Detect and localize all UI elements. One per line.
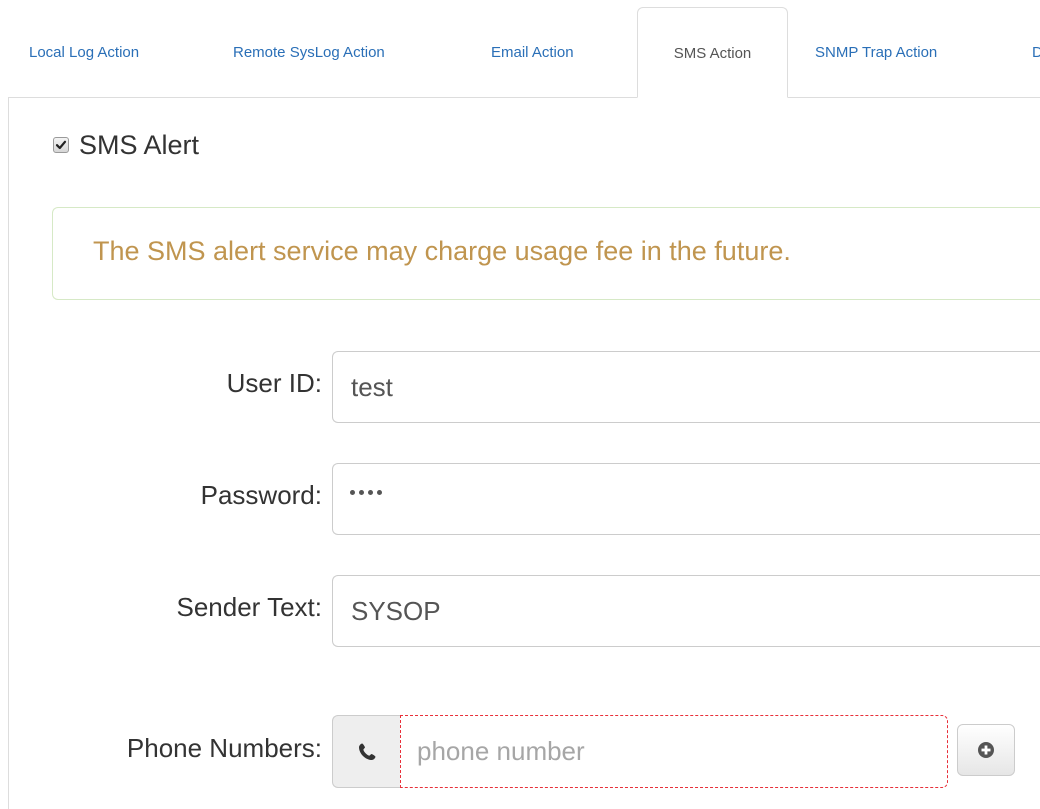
sms-action-page: Local Log Action Remote SysLog Action Em… — [0, 0, 1040, 809]
tab-sms-action[interactable]: SMS Action — [637, 7, 788, 98]
user-id-label: User ID: — [226, 368, 322, 398]
sms-alert-row: SMS Alert — [53, 128, 199, 162]
phone-icon — [358, 743, 375, 760]
password-input[interactable] — [332, 463, 1040, 535]
phone-addon — [332, 715, 400, 788]
password-label: Password: — [200, 480, 322, 510]
usage-fee-alert: The SMS alert service may charge usage f… — [52, 207, 1040, 300]
tab-remote-syslog-action[interactable]: Remote SysLog Action — [233, 44, 385, 61]
sms-alert-label: SMS Alert — [79, 129, 200, 160]
phone-numbers-label: Phone Numbers: — [126, 733, 322, 763]
checkmark-icon — [55, 140, 67, 150]
tab-snmp-trap-action[interactable]: SNMP Trap Action — [815, 44, 937, 61]
usage-fee-alert-text: The SMS alert service may charge usage f… — [93, 236, 791, 266]
password-mask — [350, 490, 382, 495]
tab-content-panel — [8, 97, 1040, 809]
tab-email-action[interactable]: Email Action — [491, 44, 574, 61]
sms-alert-checkbox[interactable] — [53, 137, 69, 153]
tab-local-log-action[interactable]: Local Log Action — [29, 44, 139, 61]
add-phone-number-button[interactable] — [957, 724, 1015, 776]
tab-next-clipped[interactable]: D — [1032, 44, 1040, 61]
phone-number-input[interactable] — [400, 715, 948, 788]
action-tabs: Local Log Action Remote SysLog Action Em… — [0, 0, 1040, 98]
plus-circle-icon — [978, 742, 994, 758]
user-id-input[interactable] — [332, 351, 1040, 423]
sender-text-label: Sender Text: — [176, 592, 322, 622]
sender-text-input[interactable] — [332, 575, 1040, 647]
